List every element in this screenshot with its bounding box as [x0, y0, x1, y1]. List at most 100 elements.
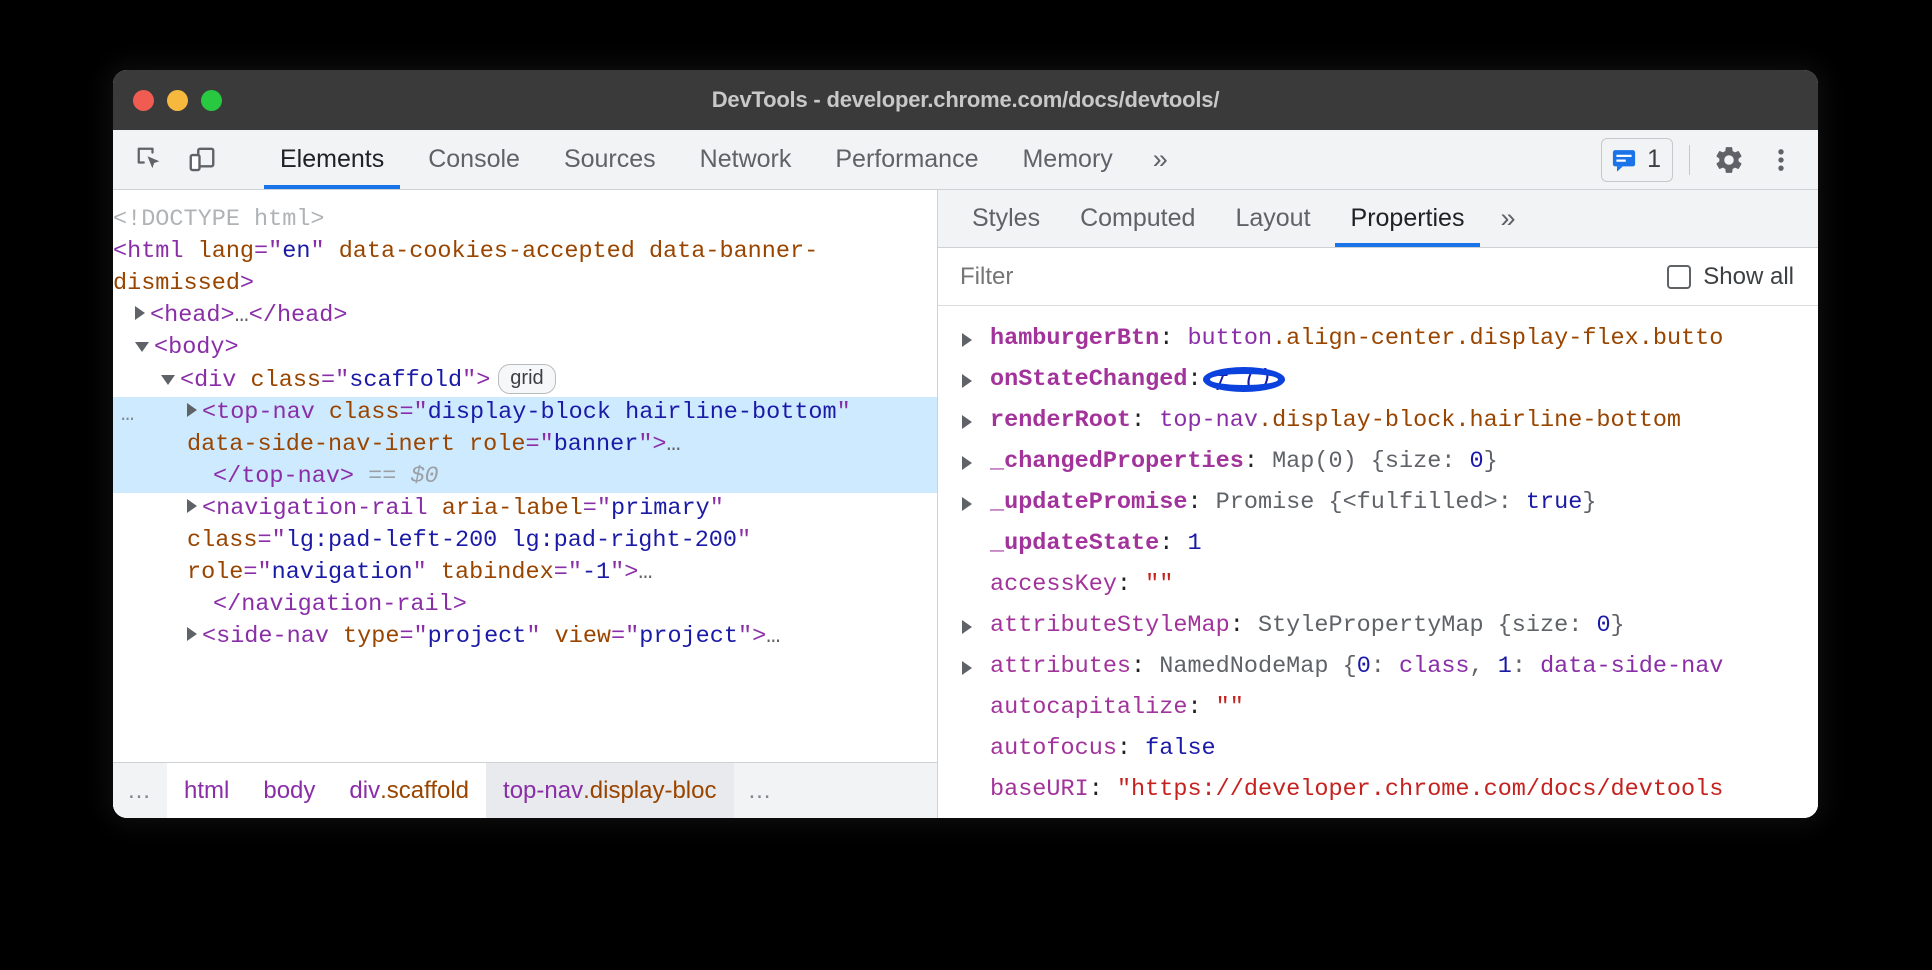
minimize-window-button[interactable]	[167, 90, 188, 111]
token-attr: class	[251, 367, 322, 394]
breadcrumb-tag: top-nav	[503, 777, 583, 805]
breadcrumb-overflow-left[interactable]: …	[113, 763, 167, 818]
token-val: project	[639, 623, 738, 650]
property-separator: :	[1230, 612, 1258, 639]
expand-arrow-icon[interactable]	[962, 456, 972, 470]
property-row-_updatePromise[interactable]: _updatePromise: Promise {<fulfilled>: tr…	[938, 482, 1818, 523]
expand-arrow-icon[interactable]	[135, 306, 145, 320]
tab-network[interactable]: Network	[678, 130, 814, 189]
show-all-checkbox[interactable]	[1667, 265, 1691, 289]
expand-arrow-icon[interactable]	[962, 333, 972, 347]
close-window-button[interactable]	[133, 90, 154, 111]
token-val: -1	[582, 559, 610, 586]
expand-arrow-icon[interactable]	[962, 661, 972, 675]
show-all-toggle[interactable]: Show all	[1667, 263, 1798, 291]
panel-tabs: Elements Console Sources Network Perform…	[258, 130, 1186, 189]
tab-elements[interactable]: Elements	[258, 130, 406, 189]
dom-node-head[interactable]: <head>…</head>	[113, 300, 937, 332]
dom-node-div-scaffold[interactable]: <div class="scaffold">grid	[113, 364, 937, 397]
more-tabs-chevron-icon[interactable]: »	[1135, 130, 1186, 189]
token-tag: </head>	[249, 302, 348, 329]
dom-node-html-open[interactable]: <html lang="en" data-cookies-accepted da…	[113, 236, 937, 300]
breadcrumb-tag: html	[184, 777, 229, 805]
inspect-element-icon[interactable]	[127, 137, 173, 183]
property-value[interactable]: button.align-center.display-flex.butto	[1187, 325, 1723, 352]
token-eq: ="	[583, 495, 611, 522]
breadcrumb-item-div[interactable]: div.scaffold	[332, 763, 486, 818]
property-value[interactable]: StylePropertyMap {size: 0}	[1258, 612, 1625, 639]
dom-node-body-open[interactable]: <body>	[113, 332, 937, 364]
token-node: class	[1399, 653, 1470, 680]
tab-memory[interactable]: Memory	[1000, 130, 1134, 189]
property-row-attributeStyleMap[interactable]: attributeStyleMap: StylePropertyMap {siz…	[938, 605, 1818, 646]
token-attr: role	[469, 431, 525, 458]
sidebar-more-tabs-chevron-icon[interactable]: »	[1484, 190, 1531, 247]
property-row-hamburgerBtn[interactable]: hamburgerBtn: button.align-center.displa…	[938, 318, 1818, 359]
maximize-window-button[interactable]	[201, 90, 222, 111]
breadcrumb: … html bodydiv.scaffoldtop-nav.display-blo…	[113, 762, 937, 818]
property-value[interactable]: Promise {<fulfilled>: true}	[1216, 489, 1597, 516]
property-separator: :	[1159, 530, 1187, 557]
grid-badge[interactable]: grid	[498, 364, 555, 394]
collapse-arrow-icon[interactable]	[135, 342, 149, 352]
filter-input[interactable]	[960, 263, 1667, 291]
property-row-attributes[interactable]: attributes: NamedNodeMap {0: class, 1: d…	[938, 646, 1818, 687]
collapse-arrow-icon[interactable]	[161, 375, 175, 385]
expand-arrow-icon[interactable]	[962, 497, 972, 511]
property-value[interactable]: NamedNodeMap {0: class, 1: data-side-nav	[1159, 653, 1723, 680]
property-value[interactable]: false	[1145, 735, 1216, 762]
token-bool: true	[1526, 489, 1582, 516]
gear-icon[interactable]	[1706, 137, 1752, 183]
breadcrumb-item-top-nav[interactable]: top-nav.display-bloc	[486, 763, 733, 818]
property-value[interactable]: ""	[1216, 694, 1244, 721]
tab-computed[interactable]: Computed	[1060, 190, 1215, 247]
token-obj: NamedNodeMap {	[1159, 653, 1356, 680]
dom-node-side-nav[interactable]: <side-nav type="project" view="project">…	[113, 621, 937, 653]
node-overflow-dots[interactable]: …	[121, 399, 136, 431]
token-eq: "	[737, 527, 765, 554]
breadcrumb-overflow-right[interactable]: …	[734, 763, 788, 818]
property-value[interactable]: Map(0) {size: 0}	[1272, 448, 1498, 475]
property-value[interactable]: "https://developer.chrome.com/docs/devto…	[1117, 776, 1723, 803]
property-value[interactable]: 1	[1187, 530, 1201, 557]
expand-arrow-icon[interactable]	[187, 499, 197, 513]
dom-node-navigation-rail[interactable]: <navigation-rail aria-label="primary" cl…	[113, 493, 937, 589]
breadcrumb-item-body[interactable]: body	[246, 763, 332, 818]
breadcrumb-item-html[interactable]: html	[167, 763, 246, 818]
tab-layout[interactable]: Layout	[1215, 190, 1330, 247]
expand-arrow-icon[interactable]	[962, 415, 972, 429]
property-value[interactable]: ƒ ()	[1216, 366, 1272, 393]
dom-node-top-nav-closing: </top-nav> == $0	[113, 461, 937, 493]
property-separator: :	[1187, 366, 1215, 393]
three-dot-menu-icon[interactable]	[1758, 137, 1804, 183]
property-name: autocapitalize	[990, 694, 1187, 721]
token-node: top-nav	[1159, 407, 1258, 434]
expand-arrow-icon[interactable]	[187, 627, 197, 641]
properties-list[interactable]: hamburgerBtn: button.align-center.displa…	[938, 306, 1818, 818]
property-row-renderRoot[interactable]: renderRoot: top-nav.display-block.hairli…	[938, 400, 1818, 441]
property-row-onStateChanged[interactable]: onStateChanged: ƒ ()	[938, 359, 1818, 400]
property-value[interactable]: ""	[1145, 571, 1173, 598]
expand-arrow-icon[interactable]	[962, 374, 972, 388]
property-row-baseURI[interactable]: baseURI: "https://developer.chrome.com/d…	[938, 769, 1818, 810]
property-row-autofocus[interactable]: autofocus: false	[938, 728, 1818, 769]
device-toolbar-icon[interactable]	[179, 137, 225, 183]
window-title: DevTools - developer.chrome.com/docs/dev…	[712, 87, 1220, 113]
tab-performance[interactable]: Performance	[813, 130, 1000, 189]
tab-sources[interactable]: Sources	[542, 130, 678, 189]
property-row-autocapitalize[interactable]: autocapitalize: ""	[938, 687, 1818, 728]
dom-node-top-nav[interactable]: …<top-nav class="display-block hairline-…	[113, 397, 937, 461]
property-row-accessKey[interactable]: accessKey: ""	[938, 564, 1818, 605]
property-value[interactable]: top-nav.display-block.hairline-bottom	[1159, 407, 1681, 434]
token-ellip: …	[766, 623, 780, 650]
dom-node-doctype[interactable]: <!DOCTYPE html>	[113, 204, 937, 236]
console-message-count-button[interactable]: 1	[1601, 138, 1673, 182]
property-row-_updateState[interactable]: _updateState: 1	[938, 523, 1818, 564]
tab-styles[interactable]: Styles	[952, 190, 1060, 247]
tab-console[interactable]: Console	[406, 130, 542, 189]
dom-tree[interactable]: <!DOCTYPE html><html lang="en" data-cook…	[113, 190, 937, 762]
tab-properties[interactable]: Properties	[1331, 190, 1485, 247]
expand-arrow-icon[interactable]	[187, 403, 197, 417]
expand-arrow-icon[interactable]	[962, 620, 972, 634]
property-row-_changedProperties[interactable]: _changedProperties: Map(0) {size: 0}	[938, 441, 1818, 482]
